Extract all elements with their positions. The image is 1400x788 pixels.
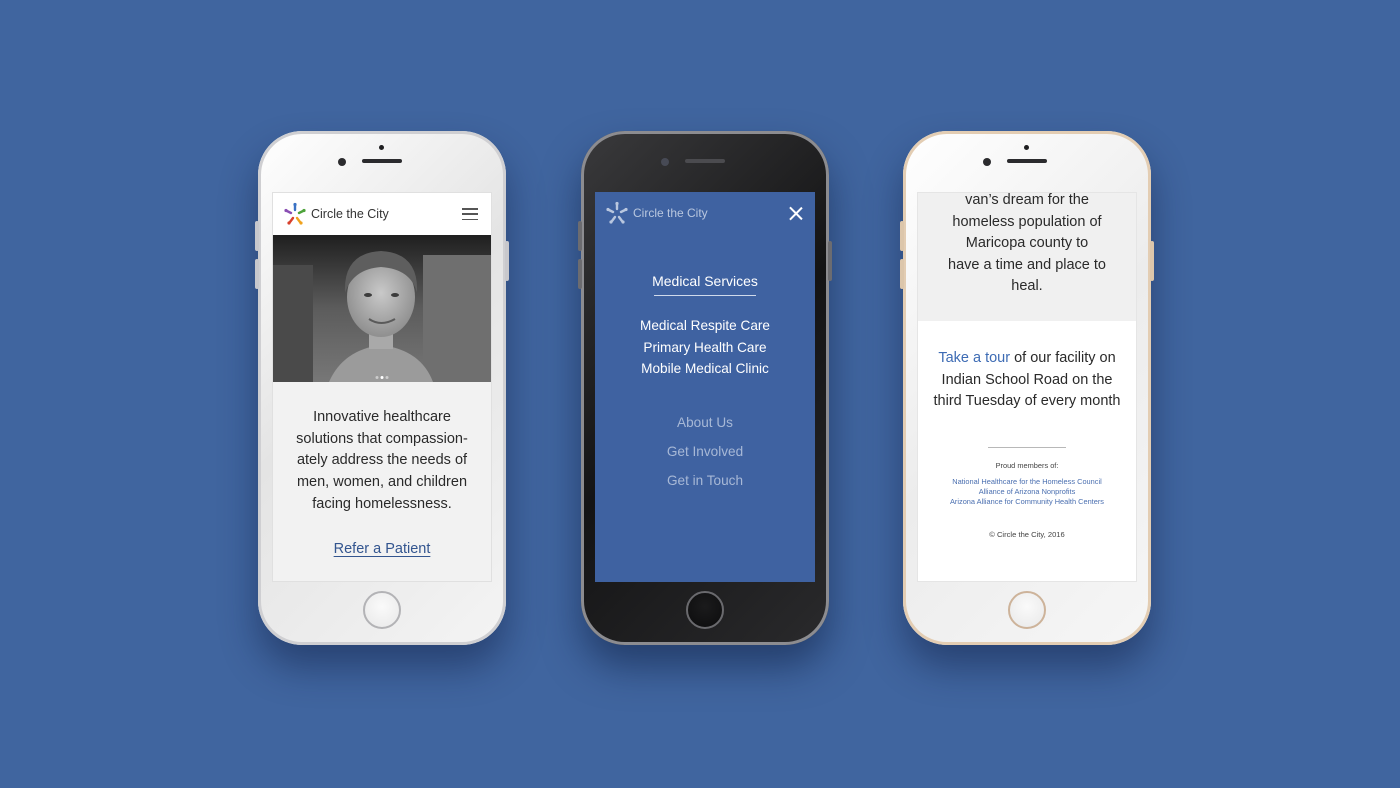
org-link-nhchc[interactable]: National Healthcare for the Homeless Cou… [918,477,1136,487]
power-button [505,241,509,281]
medical-services-submenu: Medical Respite Care Primary Health Care… [595,315,815,380]
front-camera-icon [661,158,669,166]
carousel-dots[interactable] [375,376,389,379]
quote-block: van’s dream for the homeless population … [918,192,1136,321]
refer-patient-link[interactable]: Refer a Patient [273,541,491,557]
home-button[interactable] [1008,591,1046,629]
menu-heading-underline [654,295,756,296]
volume-button [900,221,904,251]
phone-middle: Circle the City Medical Services Medical… [578,131,832,645]
close-icon[interactable] [789,206,803,220]
menu-heading-medical-services[interactable]: Medical Services [595,273,815,289]
screen-menu: Circle the City Medical Services Medical… [595,192,815,582]
quote-line: van’s dream for the [965,192,1089,208]
screen-footer: van’s dream for the homeless population … [917,192,1137,582]
footer-divider [988,446,1066,448]
home-button[interactable] [363,591,401,629]
quote-line: Maricopa county to [965,235,1089,251]
brand-name[interactable]: Circle the City [633,206,708,220]
hamburger-menu-icon[interactable] [462,208,478,220]
speaker-grille [1007,159,1047,163]
site-header: Circle the City [595,192,815,234]
org-link-aan[interactable]: Alliance of Arizona Nonprofits [918,487,1136,497]
sensor-dot [379,145,384,150]
tagline: Innovative healthcare solutions that com… [296,409,468,512]
logo-icon [606,201,628,224]
menu-item-get-in-touch[interactable]: Get in Touch [595,466,815,495]
front-camera-icon [983,158,991,166]
volume-button [900,259,904,289]
brand-name[interactable]: Circle the City [311,207,389,221]
volume-button [255,259,259,289]
secondary-menu: About Us Get Involved Get in Touch [595,408,815,495]
org-link-aachc[interactable]: Arizona Alliance for Community Health Ce… [918,497,1136,507]
volume-button [578,221,582,251]
quote-line: have a time and place to [948,256,1106,273]
phone-left: Circle the City Innovative healthcare so… [255,131,509,645]
carousel-dot[interactable] [385,376,389,379]
site-header: Circle the City [273,193,491,235]
speaker-grille [685,159,725,163]
proud-members-label: Proud members of: [995,460,1059,470]
menu-item-mobile-medical-clinic[interactable]: Mobile Medical Clinic [595,358,815,380]
power-button [828,241,832,281]
carousel-dot[interactable] [375,376,379,379]
member-orgs-list: National Healthcare for the Homeless Cou… [918,477,1136,508]
sensor-dot [1024,145,1029,150]
copyright: © Circle the City, 2016 [989,530,1065,540]
menu-item-about-us[interactable]: About Us [595,408,815,437]
menu-item-get-involved[interactable]: Get Involved [595,437,815,466]
home-button[interactable] [686,591,724,629]
phone-right: van’s dream for the homeless population … [900,131,1154,645]
tour-paragraph: Take a tour of our facility on Indian Sc… [918,321,1136,413]
carousel-dot-active[interactable] [380,376,384,379]
logo-icon [284,202,306,225]
screen-home: Circle the City Innovative healthcare so… [272,192,492,582]
volume-button [255,221,259,251]
volume-button [578,259,582,289]
menu-item-primary-health-care[interactable]: Primary Health Care [595,337,815,359]
hero-photo [273,235,491,382]
speaker-grille [362,159,402,163]
front-camera-icon [338,158,346,166]
portrait-image [273,235,491,382]
power-button [1150,241,1154,281]
take-a-tour-link[interactable]: Take a tour [938,350,1010,366]
menu-item-medical-respite-care[interactable]: Medical Respite Care [595,315,815,337]
quote-line: homeless population of [952,213,1102,230]
quote-line: heal. [1011,278,1043,294]
